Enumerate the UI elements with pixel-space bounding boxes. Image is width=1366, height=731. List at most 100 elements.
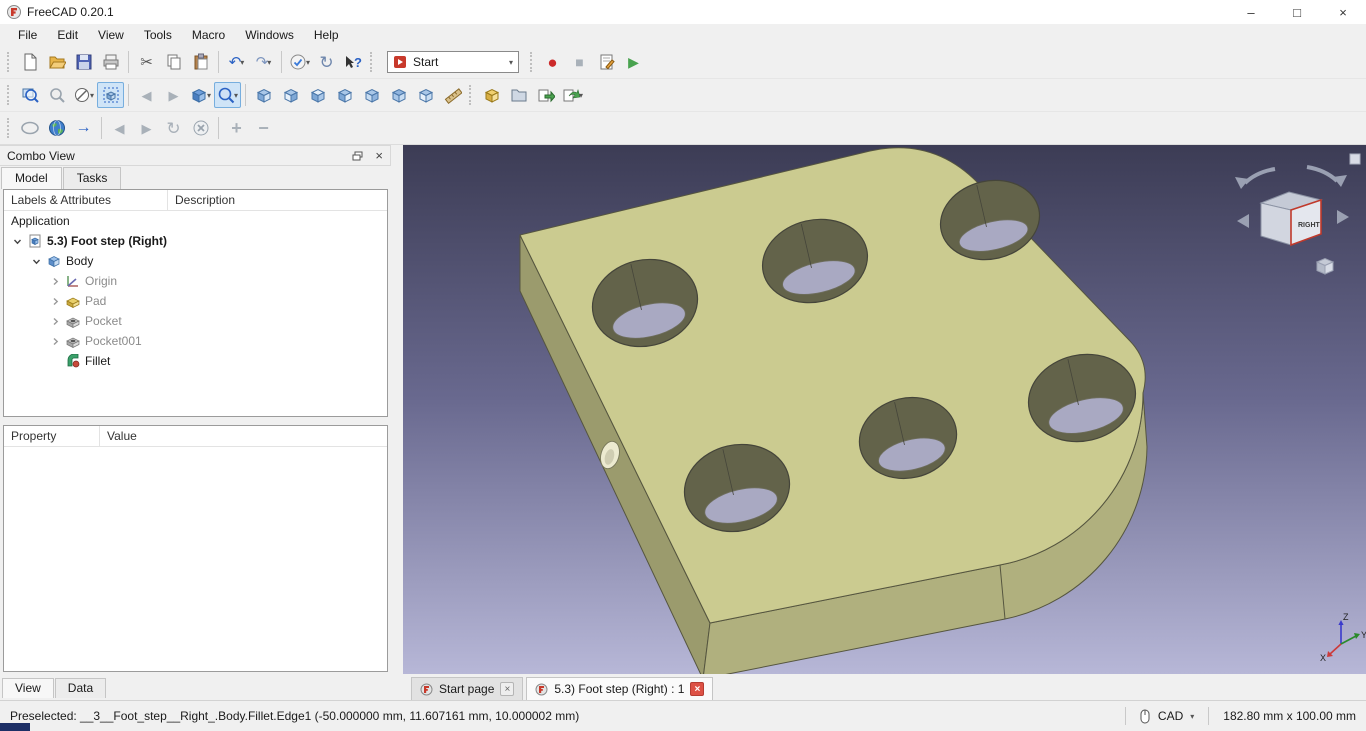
chevron-expanded-icon[interactable] <box>31 257 42 266</box>
macro-play-button[interactable]: ▶ <box>620 49 647 75</box>
top-view-button[interactable] <box>304 82 331 108</box>
new-button[interactable] <box>16 49 43 75</box>
toolbar-grip[interactable] <box>469 85 473 105</box>
copy-button[interactable] <box>160 49 187 75</box>
tab-model[interactable]: Model <box>1 167 62 189</box>
tree-item-pad[interactable]: Pad <box>4 291 387 311</box>
share-button[interactable]: ▾ <box>559 82 586 108</box>
redo-button[interactable]: ↷ ▾ <box>250 49 277 75</box>
toolbar-grip[interactable] <box>7 52 11 72</box>
tab-data[interactable]: Data <box>54 678 107 698</box>
float-panel-icon[interactable] <box>352 151 363 161</box>
panel-splitter[interactable] <box>391 145 403 700</box>
tab-view[interactable]: View <box>2 678 54 698</box>
tree-item-pocket001[interactable]: Pocket001 <box>4 331 387 351</box>
chevron-collapsed-icon[interactable] <box>50 317 61 326</box>
web-forward-button[interactable]: ▶ <box>133 115 160 141</box>
open-website-button[interactable] <box>43 115 70 141</box>
macro-record-button[interactable]: ● <box>539 49 566 75</box>
menu-tools[interactable]: Tools <box>134 25 182 45</box>
chevron-down-icon[interactable]: ▾ <box>1190 712 1194 721</box>
3d-viewport[interactable]: RIGHT Z Y X <box>403 145 1366 674</box>
draw-style-button[interactable]: ▾ <box>70 82 97 108</box>
paste-button[interactable] <box>187 49 214 75</box>
save-button[interactable] <box>70 49 97 75</box>
chevron-collapsed-icon[interactable] <box>50 337 61 346</box>
tree-item-document[interactable]: 5.3) Foot step (Right) <box>4 231 387 251</box>
tab-foot-step-document[interactable]: 5.3) Foot step (Right) : 1 × <box>526 677 714 700</box>
close-button[interactable]: × <box>1320 0 1366 24</box>
tree-item-pocket[interactable]: Pocket <box>4 311 387 331</box>
rear-view-button[interactable] <box>358 82 385 108</box>
model-foot-step[interactable] <box>519 147 1148 674</box>
menu-file[interactable]: File <box>8 25 47 45</box>
export-button[interactable] <box>532 82 559 108</box>
chevron-down-icon[interactable]: ▾ <box>240 58 244 67</box>
close-tab-icon[interactable]: × <box>690 682 705 696</box>
cut-button[interactable]: ✂ <box>133 49 160 75</box>
chevron-collapsed-icon[interactable] <box>50 277 61 286</box>
chevron-down-icon[interactable]: ▾ <box>306 58 310 67</box>
chevron-down-icon[interactable]: ▾ <box>267 58 271 67</box>
front-view-button[interactable] <box>277 82 304 108</box>
open-button[interactable] <box>43 49 70 75</box>
whatsthis-button[interactable]: ? <box>340 49 367 75</box>
refresh-button[interactable]: ↻ <box>313 49 340 75</box>
tree-item-body[interactable]: Body <box>4 251 387 271</box>
fit-all-button[interactable] <box>16 82 43 108</box>
start-box-button[interactable] <box>478 82 505 108</box>
tree-item-origin[interactable]: Origin <box>4 271 387 291</box>
tab-tasks[interactable]: Tasks <box>62 167 122 189</box>
start-folder-button[interactable] <box>505 82 532 108</box>
nav-style-value[interactable]: CAD <box>1158 709 1183 723</box>
chevron-collapsed-icon[interactable] <box>50 297 61 306</box>
ellipse-tool-button[interactable] <box>16 115 43 141</box>
toolbar-grip[interactable] <box>7 85 11 105</box>
tab-start-page[interactable]: Start page × <box>411 677 524 700</box>
macro-edit-button[interactable] <box>593 49 620 75</box>
bottom-view-button[interactable] <box>385 82 412 108</box>
toolbar-grip[interactable] <box>7 118 11 138</box>
axonometric-view-button[interactable] <box>250 82 277 108</box>
zoom-region-button[interactable]: ▾ <box>214 82 241 108</box>
left-view-button[interactable] <box>412 82 439 108</box>
bounding-box-button[interactable] <box>97 82 124 108</box>
chevron-expanded-icon[interactable] <box>12 237 23 246</box>
nav-back-button[interactable]: ◀ <box>133 82 160 108</box>
menu-view[interactable]: View <box>88 25 134 45</box>
maximize-button[interactable]: □ <box>1274 0 1320 24</box>
tree-item-application[interactable]: Application <box>4 211 387 231</box>
fit-selection-button[interactable] <box>43 82 70 108</box>
property-table-body[interactable] <box>4 447 387 671</box>
right-view-button[interactable] <box>331 82 358 108</box>
viewport-corner-widget[interactable] <box>1349 153 1361 165</box>
isometric-view-button[interactable]: ▾ <box>187 82 214 108</box>
chevron-down-icon[interactable]: ▾ <box>579 91 583 100</box>
menu-edit[interactable]: Edit <box>47 25 88 45</box>
menu-macro[interactable]: Macro <box>182 25 235 45</box>
minimize-button[interactable]: – <box>1228 0 1274 24</box>
navigation-cube[interactable]: RIGHT <box>1235 165 1349 275</box>
print-button[interactable] <box>97 49 124 75</box>
menu-windows[interactable]: Windows <box>235 25 304 45</box>
close-panel-icon[interactable]: × <box>375 148 383 163</box>
web-refresh-button[interactable]: ↻ <box>160 115 187 141</box>
nav-forward-button[interactable]: ▶ <box>160 82 187 108</box>
web-stop-button[interactable] <box>187 115 214 141</box>
macro-stop-button[interactable]: ■ <box>566 49 593 75</box>
zoom-in-button[interactable]: + <box>223 115 250 141</box>
workbench-selector[interactable]: Start ▾ <box>387 51 519 73</box>
menu-help[interactable]: Help <box>304 25 349 45</box>
tree-item-fillet[interactable]: Fillet <box>4 351 387 371</box>
chevron-down-icon[interactable]: ▾ <box>234 91 238 100</box>
toolbar-grip[interactable] <box>370 52 374 72</box>
undo-button[interactable]: ↶ ▾ <box>223 49 250 75</box>
web-back-button[interactable]: ◀ <box>106 115 133 141</box>
measure-button[interactable] <box>439 82 466 108</box>
chevron-down-icon[interactable]: ▾ <box>90 91 94 100</box>
validate-button[interactable]: ▾ <box>286 49 313 75</box>
zoom-out-button[interactable]: − <box>250 115 277 141</box>
toolbar-grip[interactable] <box>530 52 534 72</box>
go-button[interactable]: → <box>70 115 97 141</box>
chevron-down-icon[interactable]: ▾ <box>207 91 211 100</box>
